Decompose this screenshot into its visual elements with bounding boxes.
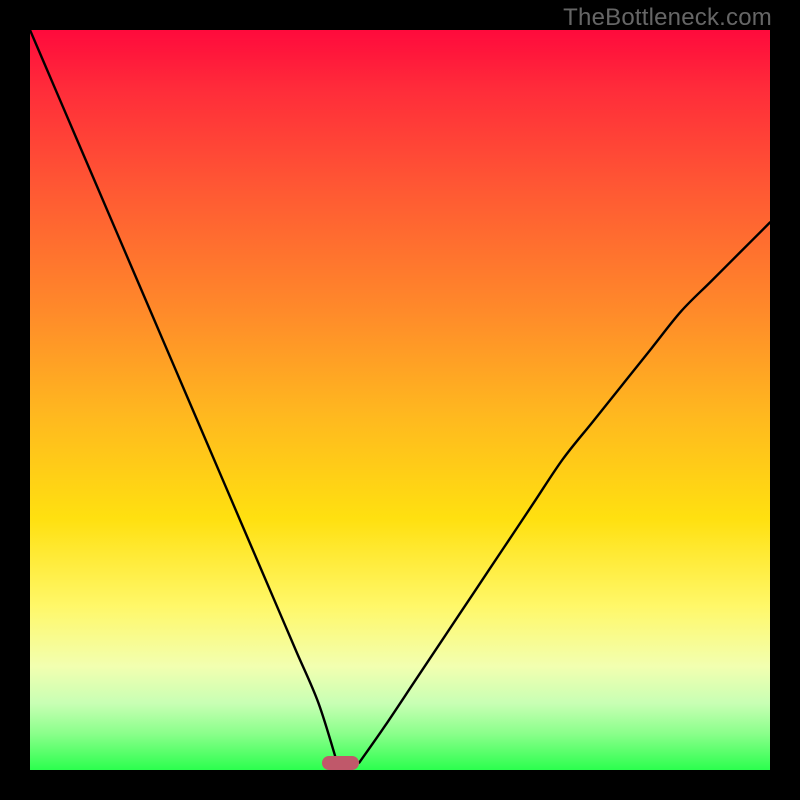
plot-area (30, 30, 770, 770)
chart-frame: TheBottleneck.com (0, 0, 800, 800)
bottleneck-curve-right (359, 222, 770, 762)
watermark-text: TheBottleneck.com (563, 4, 772, 32)
bottleneck-curve-left (30, 30, 337, 763)
curve-svg (30, 30, 770, 770)
optimal-marker (322, 756, 359, 770)
